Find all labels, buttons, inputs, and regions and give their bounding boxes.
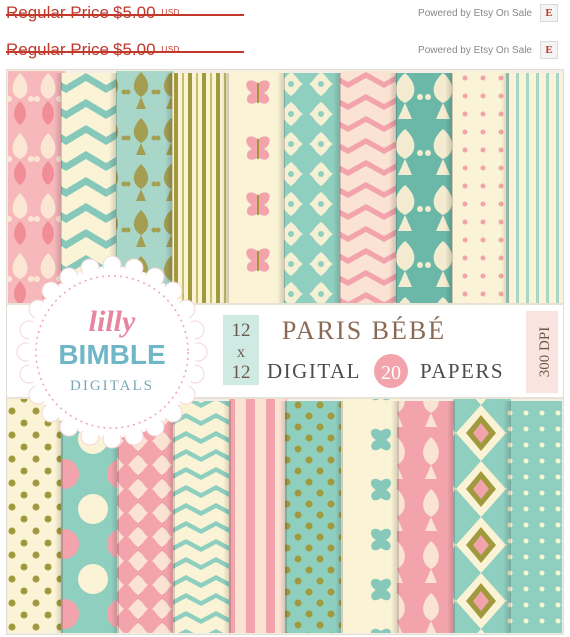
paper-mint-stripe bbox=[506, 73, 562, 303]
size-x: x bbox=[237, 344, 245, 361]
regular-price-amount: $5.00 bbox=[113, 3, 156, 22]
size-width: 12 bbox=[232, 320, 251, 341]
powered-by-link[interactable]: Powered by Etsy On Sale bbox=[418, 45, 532, 56]
logo-line-2: BIMBLE bbox=[58, 339, 165, 370]
etsy-on-sale-icon[interactable]: E bbox=[540, 41, 558, 59]
regular-price-label: Regular Price bbox=[6, 40, 109, 59]
logo-line-1: lilly bbox=[89, 305, 136, 338]
regular-price: Regular Price $5.00 USD bbox=[6, 40, 180, 60]
regular-price-amount: $5.00 bbox=[113, 40, 156, 59]
product-image[interactable]: 12 x 12 PARIS BÉBÉ DIGITAL 20 PAPERS 300… bbox=[6, 69, 564, 635]
paper-ikat bbox=[453, 399, 511, 633]
dpi-label: 300 DPI bbox=[537, 327, 553, 377]
papers-label: PAPERS bbox=[420, 359, 504, 383]
paper-count: 20 bbox=[381, 362, 401, 384]
etsy-on-sale-icon[interactable]: E bbox=[540, 4, 558, 22]
collection-title: PARIS BÉBÉ bbox=[282, 316, 446, 345]
digital-label: DIGITAL bbox=[267, 359, 361, 383]
paper-mint-butterfly bbox=[341, 399, 399, 633]
price-row-1: Regular Price $5.00 USD Powered by Etsy On… bbox=[0, 0, 570, 26]
strikethrough-line bbox=[6, 51, 244, 53]
powered-by-link[interactable]: Powered by Etsy On Sale bbox=[418, 8, 532, 19]
paper-mint-olive-dots bbox=[285, 401, 343, 633]
paper-pink-stripe bbox=[229, 399, 287, 633]
paper-small-chevron bbox=[173, 401, 231, 633]
logo-line-3: DIGITALS bbox=[70, 378, 154, 394]
paper-collection-graphic: 12 x 12 PARIS BÉBÉ DIGITAL 20 PAPERS 300… bbox=[6, 69, 564, 635]
strikethrough-line bbox=[6, 14, 244, 16]
price-row-2: Regular Price $5.00 USD Powered by Etsy On… bbox=[0, 37, 570, 63]
regular-price-label: Regular Price bbox=[6, 3, 109, 22]
paper-mint-dots bbox=[507, 401, 562, 633]
size-badge: 12 x 12 bbox=[223, 315, 259, 385]
size-height: 12 bbox=[232, 362, 251, 383]
paper-pink-damask-2 bbox=[397, 401, 455, 633]
brand-logo: lilly BIMBLE DIGITALS bbox=[16, 255, 208, 449]
regular-price: Regular Price $5.00 USD bbox=[6, 3, 180, 23]
